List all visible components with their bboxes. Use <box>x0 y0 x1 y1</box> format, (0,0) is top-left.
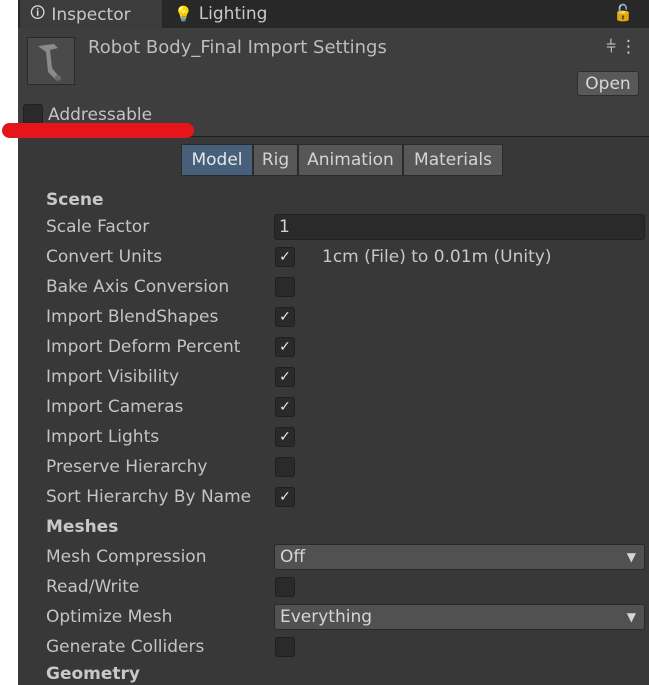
optimize-mesh-dropdown[interactable]: Everything ▼ <box>274 604 645 630</box>
info-icon: 🛈 <box>30 3 46 22</box>
mesh-compression-value: Off <box>280 547 306 567</box>
bulb-icon: 💡 <box>174 5 193 23</box>
generate-colliders-checkbox[interactable] <box>275 637 295 657</box>
tab-model[interactable]: Model <box>181 144 253 176</box>
tab-lighting[interactable]: 💡 Lighting <box>174 0 284 28</box>
optimize-mesh-label: Optimize Mesh <box>46 607 173 627</box>
optimize-mesh-value: Everything <box>280 607 373 627</box>
import-lights-checkbox[interactable]: ✓ <box>275 427 295 447</box>
sort-hierarchy-label: Sort Hierarchy By Name <box>46 487 252 507</box>
tab-materials[interactable]: Materials <box>403 144 503 176</box>
read-write-checkbox[interactable] <box>275 577 295 597</box>
import-blendshapes-checkbox[interactable]: ✓ <box>275 307 295 327</box>
read-write-label: Read/Write <box>46 577 140 597</box>
scale-factor-label: Scale Factor <box>46 217 150 237</box>
checkmark-icon: ✓ <box>279 399 291 415</box>
tab-inspector-label: Inspector <box>51 5 131 25</box>
asset-title: Robot Body_Final Import Settings <box>88 37 387 58</box>
scale-factor-input[interactable]: 1 <box>274 214 645 240</box>
section-scene: Scene <box>46 190 104 210</box>
import-cameras-checkbox[interactable]: ✓ <box>275 397 295 417</box>
open-button[interactable]: Open <box>577 71 639 96</box>
dropdown-arrow-icon: ▼ <box>626 610 636 624</box>
sort-hierarchy-checkbox[interactable]: ✓ <box>275 487 295 507</box>
bake-axis-label: Bake Axis Conversion <box>46 277 230 297</box>
import-deform-checkbox[interactable]: ✓ <box>275 337 295 357</box>
bake-axis-checkbox[interactable] <box>275 277 295 297</box>
checkmark-icon: ✓ <box>279 339 291 355</box>
import-visibility-label: Import Visibility <box>46 367 180 387</box>
settings-menu-icon[interactable]: ⫩⋮ <box>606 37 641 57</box>
import-blendshapes-label: Import BlendShapes <box>46 307 219 327</box>
section-geometry: Geometry <box>46 664 140 684</box>
tab-rig[interactable]: Rig <box>253 144 298 176</box>
tab-lighting-label: Lighting <box>198 4 268 24</box>
import-visibility-checkbox[interactable]: ✓ <box>275 367 295 387</box>
convert-units-note: 1cm (File) to 0.01m (Unity) <box>322 247 552 267</box>
addressable-label: Addressable <box>48 105 153 125</box>
generate-colliders-label: Generate Colliders <box>46 637 205 657</box>
preserve-hierarchy-label: Preserve Hierarchy <box>46 457 208 477</box>
lock-icon[interactable]: 🔓 <box>613 3 633 22</box>
addressable-checkbox[interactable] <box>23 104 43 124</box>
tab-animation[interactable]: Animation <box>298 144 403 176</box>
mesh-compression-label: Mesh Compression <box>46 547 207 567</box>
checkmark-icon: ✓ <box>279 249 291 265</box>
annotation-highlight <box>2 123 194 138</box>
tab-inspector[interactable]: 🛈 Inspector <box>20 0 162 28</box>
convert-units-checkbox[interactable]: ✓ <box>275 247 295 267</box>
import-lights-label: Import Lights <box>46 427 160 447</box>
section-meshes: Meshes <box>46 517 119 537</box>
checkmark-icon: ✓ <box>279 429 291 445</box>
asset-thumbnail-icon <box>27 37 75 85</box>
preserve-hierarchy-checkbox[interactable] <box>275 457 295 477</box>
dropdown-arrow-icon: ▼ <box>626 550 636 564</box>
checkmark-icon: ✓ <box>279 369 291 385</box>
convert-units-label: Convert Units <box>46 247 163 267</box>
mesh-compression-dropdown[interactable]: Off ▼ <box>274 544 645 570</box>
import-deform-label: Import Deform Percent <box>46 337 241 357</box>
checkmark-icon: ✓ <box>279 309 291 325</box>
import-cameras-label: Import Cameras <box>46 397 184 417</box>
checkmark-icon: ✓ <box>279 489 291 505</box>
